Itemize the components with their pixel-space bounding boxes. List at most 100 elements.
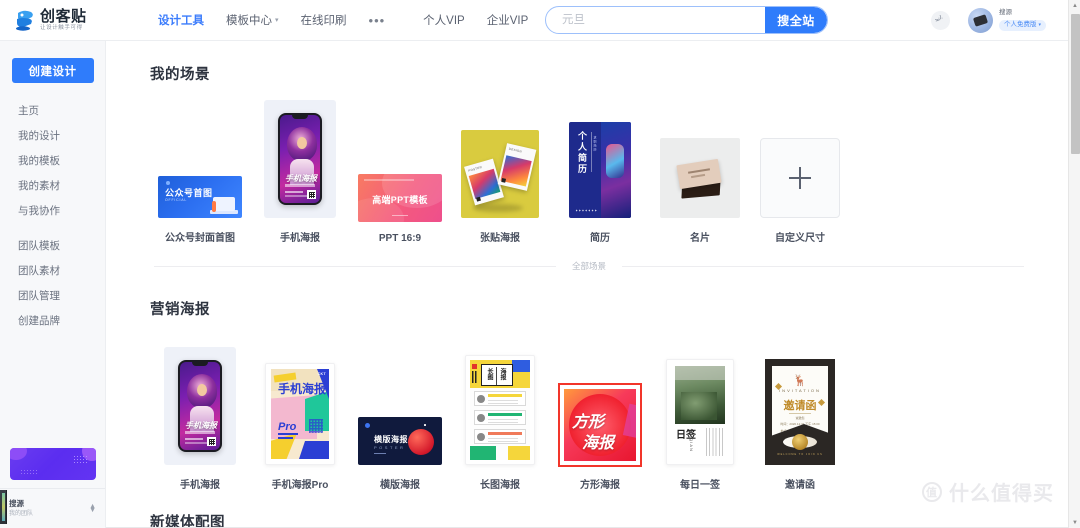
sidebar-item-collaborate[interactable]: 与我协作 — [0, 198, 105, 223]
sidebar-item-my-designs[interactable]: 我的设计 — [0, 123, 105, 148]
poster-art: 长图 海报 — [470, 360, 530, 460]
scene-card-resume[interactable]: 个人简历 求职简历 简历 — [550, 100, 650, 244]
decor-image — [601, 122, 631, 218]
scroll-down-icon[interactable]: ▼ — [1069, 517, 1080, 528]
logo[interactable]: 创客贴 让设计触手可得 — [0, 0, 118, 41]
vip-badge[interactable]: 个人免费版 ▾ — [998, 19, 1046, 31]
decor-bow-icon — [792, 434, 808, 450]
team-selector[interactable]: 搜源 我的团队 ▲ ▼ — [0, 488, 105, 528]
deer-icon: 🦌 — [793, 375, 807, 387]
nav-item-template-center[interactable]: 模板中心 ▾ — [215, 0, 290, 41]
nav-label: 在线印刷 — [300, 15, 347, 27]
poster-card-long-poster[interactable]: 长图 海报 长图海报 — [450, 333, 550, 491]
decor-shape — [488, 441, 518, 442]
nav-more-icon[interactable]: ••• — [358, 0, 397, 41]
scene-card-wall-poster[interactable]: POSTER DESIGN 张贴海报 — [450, 100, 550, 244]
phone-poster-thumb: 手机海报 — [164, 347, 236, 465]
nav-item-online-printing[interactable]: 在线印刷 — [290, 0, 358, 41]
decor-star-icon — [424, 424, 426, 426]
poster-card-phone-poster-pro[interactable]: CKT 手机海报 Pro 手机海报Pro — [250, 333, 350, 491]
decor-shape — [213, 197, 235, 211]
thumb-subtitle: POSTER — [374, 445, 406, 450]
decor-shape — [185, 438, 203, 440]
decor-shape — [488, 419, 518, 420]
logo-slogan: 让设计触手可得 — [40, 25, 83, 31]
sidebar-item-my-templates[interactable]: 我的模板 — [0, 148, 105, 173]
sidebar-item-home[interactable]: 主页 — [0, 98, 105, 123]
avatar[interactable] — [967, 8, 993, 33]
user-name: 搜源 — [998, 9, 1012, 16]
card-label: 手机海报 — [280, 233, 320, 244]
scene-card-phone-poster[interactable]: 手机海报 手机海报 — [250, 100, 350, 244]
nav-item-enterprise-vip[interactable]: 企业VIP — [476, 0, 540, 41]
thumb-tag: CKT — [317, 372, 326, 376]
sidebar-item-label: 我的设计 — [18, 130, 60, 142]
team-switch-icon[interactable]: ▲ ▼ — [89, 503, 96, 514]
thumb-subtitle: RI QIAN — [689, 430, 694, 452]
decor-shape — [512, 360, 530, 372]
window-edge-strip — [0, 490, 7, 524]
poster-row — [474, 429, 526, 444]
scene-card-ppt[interactable]: 高端PPT模板 PPT 16:9 — [350, 104, 450, 244]
nav-item-design-tools[interactable]: 设计工具 — [147, 0, 215, 41]
sidebar-item-team-manage[interactable]: 团队管理 — [0, 283, 105, 308]
sidebar-item-label: 团队管理 — [18, 290, 60, 302]
search-button[interactable]: 搜全站 — [765, 7, 827, 33]
decor-figure-icon — [212, 201, 216, 212]
sidebar-item-my-assets[interactable]: 我的素材 — [0, 173, 105, 198]
create-design-button[interactable]: 创建设计 — [11, 58, 94, 83]
decor-shape — [285, 191, 303, 193]
decor-shape — [185, 442, 209, 444]
card-label: 公众号封面首图 — [165, 233, 235, 244]
app-root: 创客贴 让设计触手可得 设计工具 模板中心 ▾ 在线印刷 ••• 个人VIP 企… — [0, 0, 1080, 528]
decor-avatar — [477, 394, 485, 403]
decor-avatar — [477, 432, 485, 441]
sidebar-item-team-assets[interactable]: 团队素材 — [0, 258, 105, 283]
scroll-up-icon[interactable]: ▲ — [1069, 0, 1080, 11]
landscape-poster-thumb: 横版海报 POSTER — [358, 417, 442, 465]
decor-shape — [488, 431, 522, 435]
decor-shadow — [473, 204, 523, 212]
poster-card-square-poster[interactable]: 方形 海报 方形海报 — [550, 333, 650, 491]
thumbnail: 长图 海报 — [465, 333, 535, 465]
thumb-title: 手机海报 — [285, 174, 317, 183]
thumb-title: 手机海报 — [278, 382, 327, 396]
decor-shape — [278, 433, 298, 435]
poster-headline-box: 长图 海报 — [481, 364, 513, 386]
poster-card-phone-poster[interactable]: 手机海报 手机海报 — [150, 333, 250, 491]
decor-shape — [488, 393, 522, 397]
all-scenes-divider: 全部场景 — [154, 260, 1025, 272]
thumb-footer: WELCOME TO JOIN US — [777, 453, 823, 456]
thumb-title: 横版海报 — [374, 435, 408, 444]
thumbnail: 🦌 INVITATION 邀请函 诚邀您 时间：2020.12.31 下午 15… — [765, 333, 835, 465]
search-input[interactable] — [546, 7, 765, 33]
sidebar-item-team-templates[interactable]: 团队模板 — [0, 233, 105, 258]
sidebar-item-label: 我的模板 — [18, 155, 60, 167]
card-label: 张贴海报 — [480, 233, 520, 244]
poster-card-landscape-poster[interactable]: 横版海报 POSTER 横版海报 — [350, 333, 450, 491]
all-scenes-link[interactable]: 全部场景 — [556, 260, 622, 272]
section-title-new-media: 新媒体配图 — [150, 515, 225, 528]
scene-card-custom-size[interactable]: 自定义尺寸 — [750, 100, 850, 244]
page-scrollbar[interactable]: ▲ ▼ — [1068, 0, 1080, 528]
nav-item-personal-vip[interactable]: 个人VIP — [412, 0, 476, 41]
nav-label: 设计工具 — [158, 15, 204, 27]
thumbnail: 公众号首图 OFFICIAL — [158, 100, 242, 218]
poster-card-daily-sign[interactable]: 日签 RI QIAN 每日一签 — [650, 333, 750, 491]
decor-shape — [470, 446, 496, 460]
daily-sign-thumb: 日签 RI QIAN — [666, 359, 734, 465]
chat-bubble-icon[interactable] — [930, 11, 950, 30]
scrollbar-thumb[interactable] — [1071, 14, 1080, 154]
promo-banner[interactable] — [10, 448, 96, 480]
thumb-subtitle: 求职简历 — [593, 136, 597, 152]
vip-badge-label: 个人免费版 — [1003, 21, 1037, 28]
scene-card-wechat-cover[interactable]: 公众号首图 OFFICIAL 公众号封面首图 — [150, 100, 250, 244]
sidebar-item-create-brand[interactable]: 创建品牌 — [0, 308, 105, 333]
decor-shape — [278, 437, 293, 439]
thumb-subtitle: Pro — [278, 421, 297, 433]
resume-thumb: 个人简历 求职简历 — [569, 122, 631, 218]
scene-card-business-card[interactable]: 名片 — [650, 100, 750, 244]
phone-screen: 手机海报 — [180, 362, 220, 450]
nav-label: 企业VIP — [486, 15, 529, 27]
poster-card-invitation[interactable]: 🦌 INVITATION 邀请函 诚邀您 时间：2020.12.31 下午 15… — [750, 333, 850, 491]
